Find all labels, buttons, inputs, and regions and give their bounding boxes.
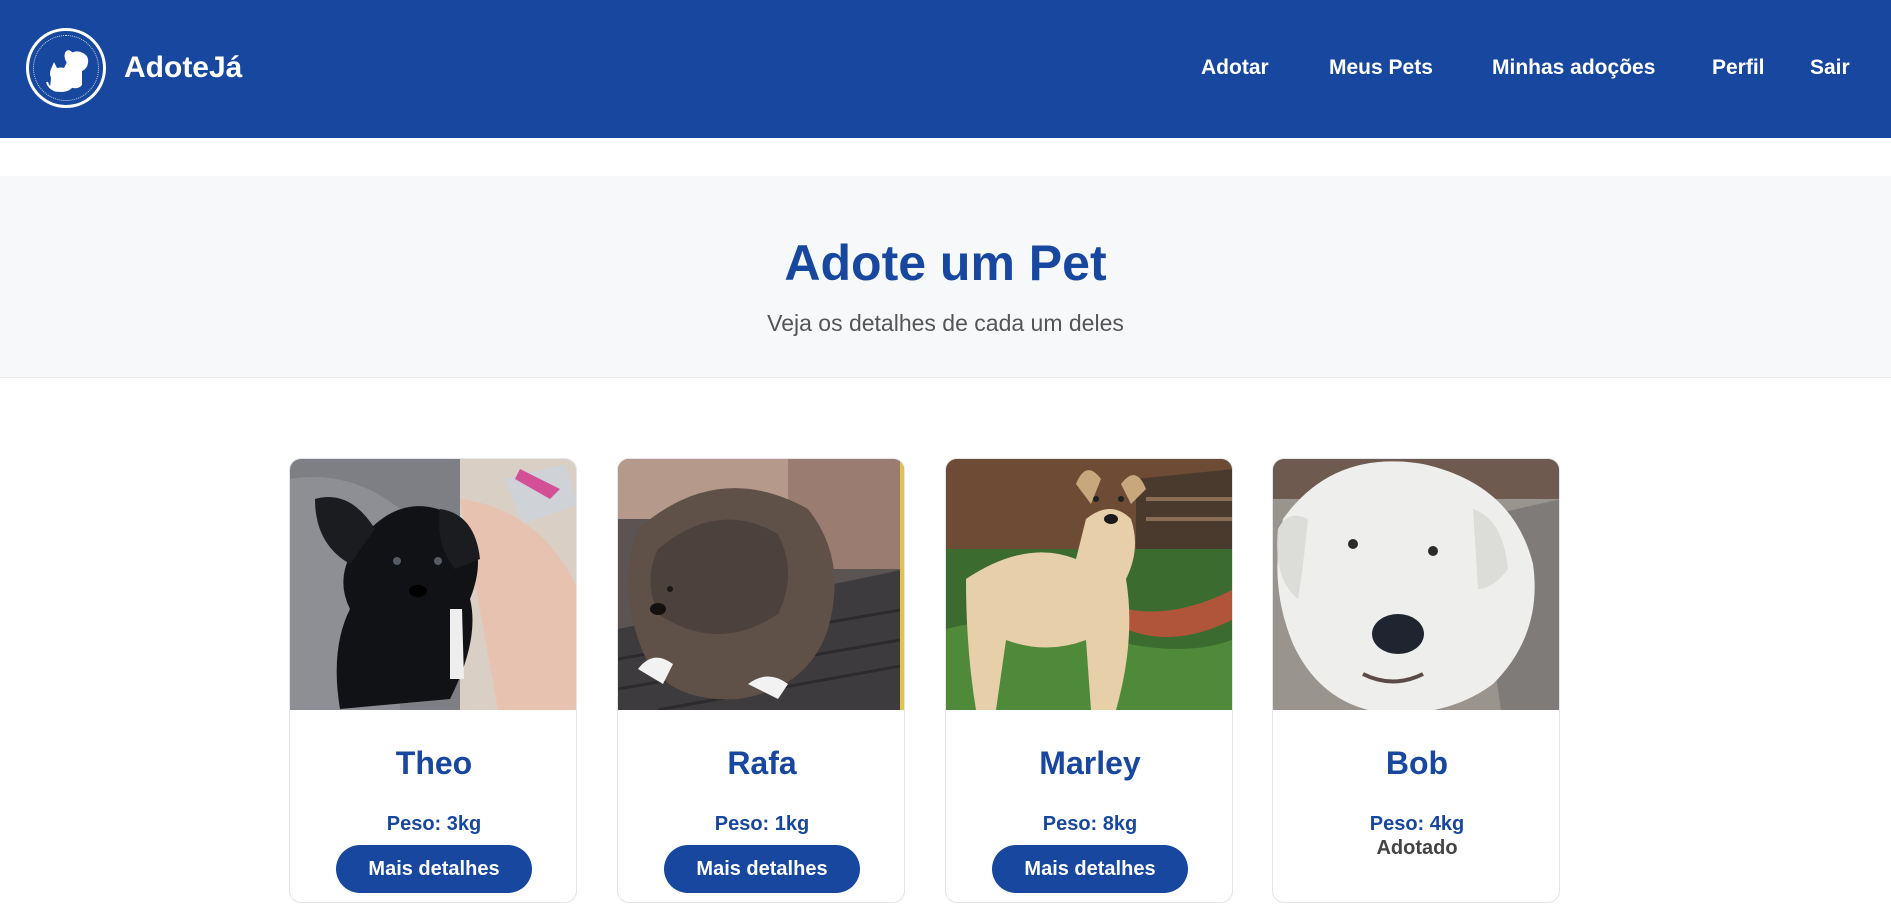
pet-photo-marley: [946, 459, 1232, 710]
pet-photo-rafa: [618, 459, 904, 710]
details-button-theo[interactable]: Mais detalhes: [336, 845, 532, 893]
page-subtitle: Veja os detalhes de cada um deles: [767, 310, 1124, 336]
main-nav: Adotar Meus Pets Minhas adoções Perfil S…: [0, 0, 1891, 138]
details-button-marley[interactable]: Mais detalhes: [992, 845, 1188, 893]
pet-weight: Peso: 1kg: [714, 813, 810, 835]
pet-card-marley: Marley Peso: 8kg Mais detalhes: [945, 458, 1233, 903]
pet-photo-bob: [1273, 459, 1559, 710]
top-navbar: AdoteJá Adotar Meus Pets Minhas adoções …: [0, 0, 1891, 138]
pet-weight: Peso: 8kg: [1042, 813, 1138, 835]
pet-name: Bob: [1385, 745, 1449, 781]
nav-adotar[interactable]: Adotar: [1201, 56, 1269, 80]
details-button-rafa[interactable]: Mais detalhes: [664, 845, 860, 893]
hero-section: Adote um Pet Veja os detalhes de cada um…: [0, 176, 1891, 378]
pet-name: Marley: [1039, 745, 1141, 781]
nav-sair[interactable]: Sair: [1810, 56, 1850, 80]
pet-weight: Peso: 3kg: [386, 813, 482, 835]
adopted-status: Adotado: [1376, 837, 1458, 859]
nav-perfil[interactable]: Perfil: [1712, 56, 1765, 80]
pet-photo-theo: [290, 459, 576, 710]
pet-card-rafa: Rafa Peso: 1kg Mais detalhes: [617, 458, 905, 903]
pet-weight: Peso: 4kg: [1369, 813, 1465, 835]
pet-card-theo: Theo Peso: 3kg Mais detalhes: [289, 458, 577, 903]
nav-minhas-adocoes[interactable]: Minhas adoções: [1492, 56, 1655, 80]
page-title: Adote um Pet: [784, 235, 1107, 291]
pet-name: Rafa: [727, 745, 797, 781]
nav-meus-pets[interactable]: Meus Pets: [1329, 56, 1433, 80]
pet-card-bob: Bob Peso: 4kg Adotado: [1272, 458, 1560, 903]
pet-name: Theo: [395, 745, 473, 781]
